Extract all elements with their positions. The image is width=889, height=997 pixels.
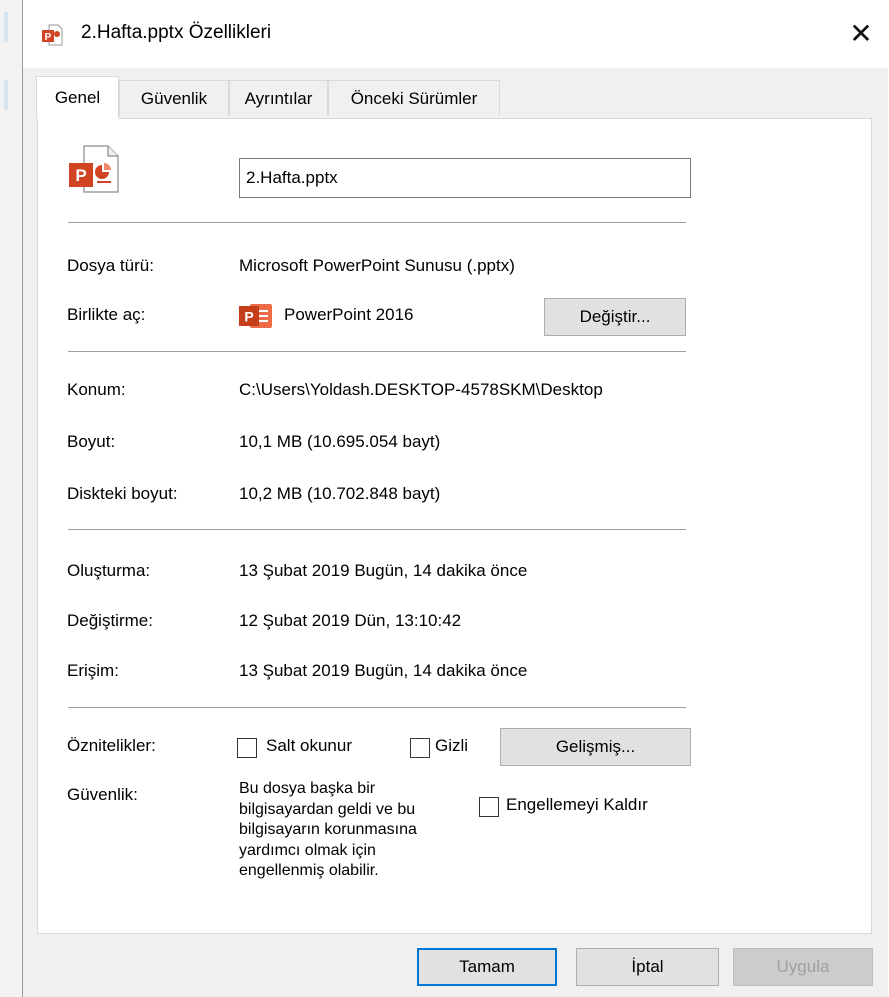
powerpoint-file-icon: P	[40, 23, 64, 47]
change-button[interactable]: Değiştir...	[544, 298, 686, 336]
modified-value: 12 Şubat 2019 Dün, 13:10:42	[239, 611, 462, 630]
unblock-label[interactable]: Engellemeyi Kaldır	[506, 795, 648, 815]
location-value[interactable]: C:\Users\Yoldash.DESKTOP-4578SKM\Desktop	[239, 380, 693, 400]
accessed-label: Erişim:	[67, 661, 119, 680]
tab-security[interactable]: Güvenlik	[119, 80, 229, 116]
readonly-checkbox[interactable]	[237, 738, 257, 758]
size-label: Boyut:	[67, 432, 116, 451]
powerpoint-app-icon: P	[238, 303, 274, 334]
security-message: Bu dosya başka bir bilgisayardan geldi v…	[239, 780, 417, 879]
unblock-checkbox[interactable]	[479, 797, 499, 817]
size-value: 10,1 MB (10.695.054 bayt)	[239, 432, 441, 451]
separator	[68, 529, 686, 530]
separator	[68, 351, 686, 352]
separator	[68, 222, 686, 223]
created-label: Oluşturma:	[67, 561, 151, 580]
svg-text:P: P	[75, 166, 86, 185]
window-title: 2.Hafta.pptx Özellikleri	[81, 22, 272, 43]
close-icon[interactable]: ✕	[833, 8, 889, 58]
accessed-value: 13 Şubat 2019 Bugün, 14 dakika önce	[239, 661, 528, 680]
background-window-edge	[0, 0, 23, 997]
general-tab-panel: P 2.Hafta.pptx Dosya türü: Microsoft Pow…	[37, 118, 872, 934]
background-window-strip	[4, 80, 8, 110]
readonly-label[interactable]: Salt okunur	[266, 736, 352, 756]
pptx-file-icon: P	[67, 143, 123, 200]
file-type-label: Dosya türü:	[67, 256, 154, 275]
separator	[68, 707, 686, 708]
svg-text:P: P	[45, 32, 52, 43]
hidden-checkbox[interactable]	[410, 738, 430, 758]
open-with-value: PowerPoint 2016	[284, 305, 414, 324]
tab-previous-versions[interactable]: Önceki Sürümler	[328, 80, 500, 116]
created-value: 13 Şubat 2019 Bugün, 14 dakika önce	[239, 561, 528, 580]
file-name-input[interactable]: 2.Hafta.pptx	[239, 158, 691, 198]
tab-details[interactable]: Ayrıntılar	[229, 80, 328, 116]
security-label: Güvenlik:	[67, 785, 138, 804]
attributes-label: Öznitelikler:	[67, 736, 156, 755]
title-bar[interactable]: P 2.Hafta.pptx Özellikleri ✕	[23, 0, 889, 68]
advanced-button[interactable]: Gelişmiş...	[500, 728, 691, 766]
apply-button[interactable]: Uygula	[733, 948, 873, 986]
properties-dialog: P 2.Hafta.pptx Özellikleri ✕ Genel Güven…	[22, 0, 889, 997]
svg-text:P: P	[244, 309, 253, 325]
modified-label: Değiştirme:	[67, 611, 153, 630]
disk-size-label: Diskteki boyut:	[67, 484, 178, 503]
cancel-button[interactable]: İptal	[576, 948, 719, 986]
disk-size-value: 10,2 MB (10.702.848 bayt)	[239, 484, 441, 503]
location-label: Konum:	[67, 380, 126, 399]
hidden-label[interactable]: Gizli	[435, 736, 468, 756]
background-window-strip	[4, 12, 8, 42]
tab-general[interactable]: Genel	[36, 76, 119, 119]
file-type-value: Microsoft PowerPoint Sunusu (.pptx)	[239, 256, 515, 275]
ok-button[interactable]: Tamam	[417, 948, 557, 986]
open-with-label: Birlikte aç:	[67, 305, 146, 324]
